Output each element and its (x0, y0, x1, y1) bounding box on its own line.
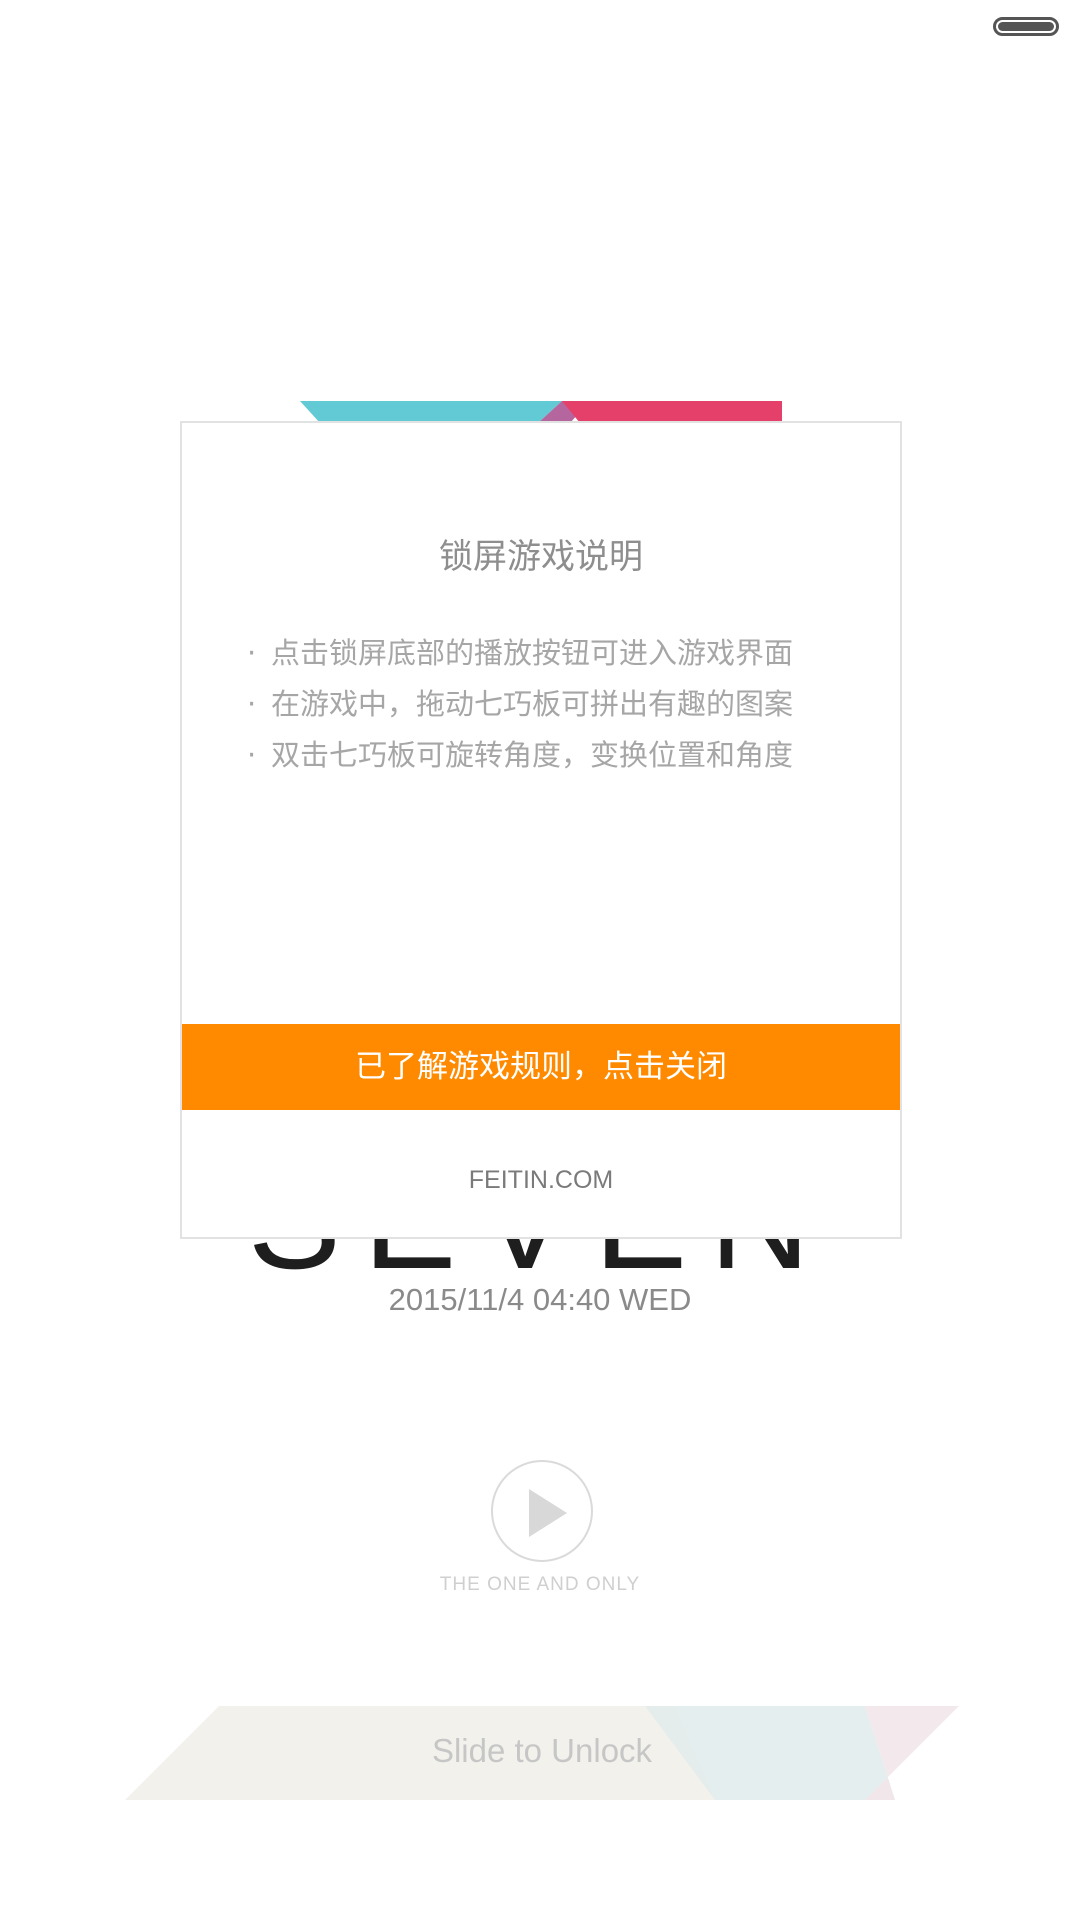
slider-label: Slide to Unlock (431, 1732, 653, 1769)
battery-icon (993, 17, 1059, 36)
instruction-text: 双击七巧板可旋转角度，变换位置和角度 (271, 738, 794, 772)
instruction-text: 在游戏中，拖动七巧板可拼出有趣的图案 (271, 687, 794, 721)
battery-level (998, 22, 1054, 31)
instruction-text: 点击锁屏底部的播放按钮可进入游戏界面 (271, 636, 794, 670)
slide-to-unlock[interactable]: Slide to Unlock (125, 1706, 959, 1800)
bullet-icon: · (247, 636, 257, 670)
dialog-header-stripe (300, 401, 782, 423)
list-item: · 在游戏中，拖动七巧板可拼出有趣的图案 (247, 679, 793, 730)
close-dialog-button[interactable]: 已了解游戏规则，点击关闭 (182, 1024, 900, 1110)
play-button[interactable] (491, 1460, 593, 1562)
list-item: · 双击七巧板可旋转角度，变换位置和角度 (247, 730, 793, 781)
bullet-icon: · (247, 738, 257, 772)
game-instructions-dialog: 锁屏游戏说明 · 点击锁屏底部的播放按钮可进入游戏界面 · 在游戏中，拖动七巧板可拼… (180, 421, 902, 1239)
date-time: 2015/11/4 04:40 WED (388, 1282, 692, 1317)
list-item: · 点击锁屏底部的播放按钮可进入游戏界面 (247, 628, 793, 679)
credit-text: FEITIN.COM (468, 1166, 614, 1194)
tagline: THE ONE AND ONLY (439, 1574, 641, 1595)
dialog-title: 锁屏游戏说明 (439, 537, 643, 577)
bullet-icon: · (247, 687, 257, 721)
instructions-list: · 点击锁屏底部的播放按钮可进入游戏界面 · 在游戏中，拖动七巧板可拼出有趣的图案 … (247, 628, 793, 781)
play-icon (529, 1489, 567, 1537)
